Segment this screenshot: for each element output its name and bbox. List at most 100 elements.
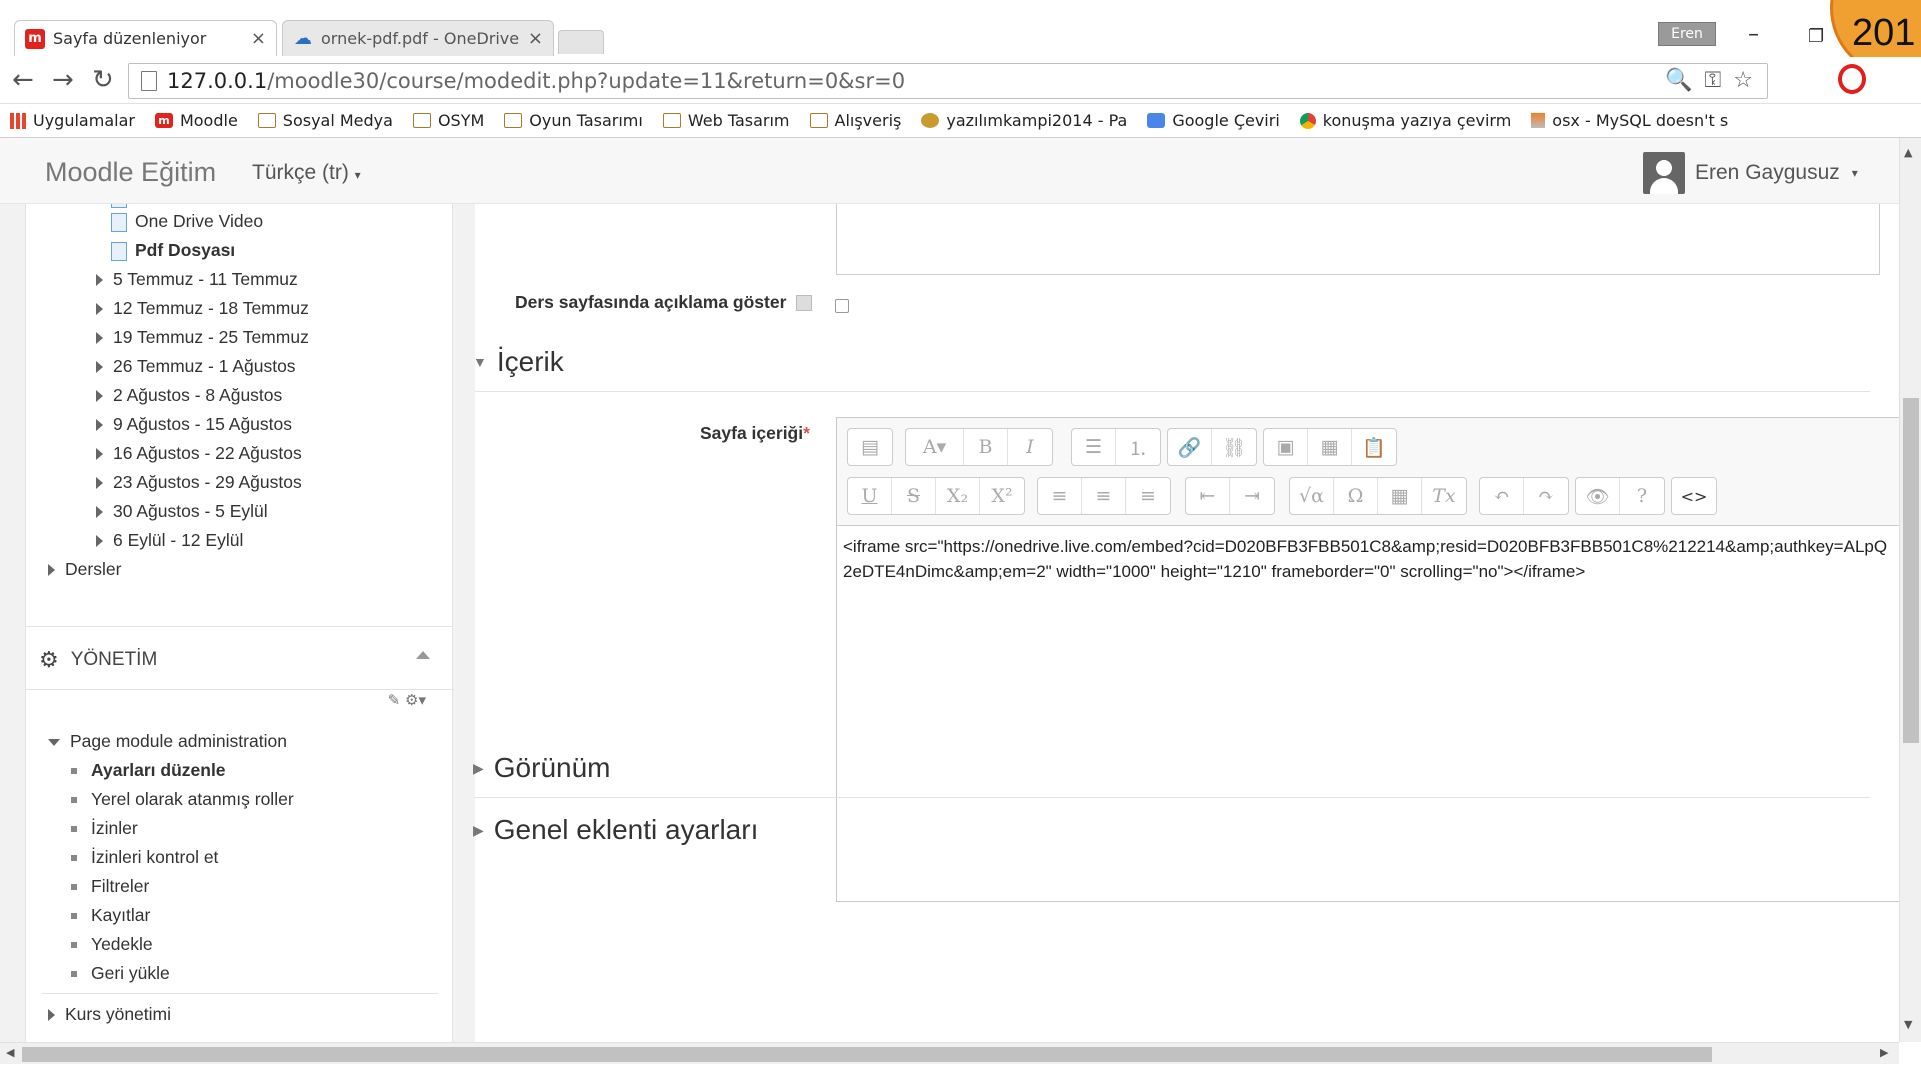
paragraph-style-icon[interactable]: A▾ xyxy=(906,429,964,465)
tab-onedrive[interactable]: ☁ ornek-pdf.pdf - OneDrive × xyxy=(282,20,554,56)
bookmark-apps[interactable]: Uygulamalar xyxy=(10,111,135,130)
bookmark-osym[interactable]: OSYM xyxy=(412,111,484,130)
nav-week[interactable]: 9 Ağustos - 15 Ağustos xyxy=(96,414,292,435)
tab-active[interactable]: m Sayfa düzenleniyor × xyxy=(14,20,277,56)
unlink-icon[interactable]: ⛓ xyxy=(1212,429,1256,465)
nav-week[interactable]: 2 Ağustos - 8 Ağustos xyxy=(96,385,282,406)
nav-week[interactable]: 19 Temmuz - 25 Temmuz xyxy=(96,327,309,348)
restore-icon[interactable]: ❐ xyxy=(1808,26,1824,47)
unordered-list-icon[interactable]: ☰ xyxy=(1072,429,1116,465)
align-right-icon[interactable]: ≡ xyxy=(1126,478,1170,514)
manage-files-icon[interactable]: 📋 xyxy=(1352,429,1396,465)
bookmark-konusma[interactable]: konuşma yazıya çevirm xyxy=(1299,111,1511,130)
bookmark-web-tasarim[interactable]: Web Tasarım xyxy=(662,111,790,130)
nav-week[interactable]: 23 Ağustos - 29 Ağustos xyxy=(96,472,302,493)
help-icon[interactable] xyxy=(796,295,813,312)
bookmark-yazilimkampi[interactable]: yazılımkampi2014 - Pa xyxy=(921,111,1127,130)
new-tab-button[interactable] xyxy=(558,30,604,54)
nav-week[interactable]: 12 Temmuz - 18 Temmuz xyxy=(96,298,309,319)
admin-item-restore[interactable]: Geri yükle xyxy=(71,963,170,984)
bookmark-osx-mysql[interactable]: osx - MySQL doesn't s xyxy=(1531,111,1728,130)
opera-extension-icon[interactable] xyxy=(1838,64,1866,94)
nav-week[interactable]: 5 Temmuz - 11 Temmuz xyxy=(96,269,298,290)
section-plugins-header[interactable]: ▶ Genel eklenti ayarları xyxy=(473,814,758,846)
block-actions-icons[interactable]: ✎ ⚙▾ xyxy=(388,691,426,709)
user-menu[interactable]: Eren Gaygusuz ▾ xyxy=(1643,152,1858,194)
html-source-icon[interactable]: <> xyxy=(1672,478,1716,514)
undo-icon[interactable]: ↶ xyxy=(1480,478,1524,514)
redo-icon[interactable]: ↷ xyxy=(1524,478,1568,514)
vertical-scroll-thumb[interactable] xyxy=(1903,398,1919,743)
subscript-icon[interactable]: X₂ xyxy=(936,478,980,514)
profile-badge[interactable]: Eren xyxy=(1658,22,1716,46)
minimize-icon[interactable]: – xyxy=(1748,22,1759,47)
collapse-icon[interactable] xyxy=(416,651,430,659)
media-icon[interactable]: ▦ xyxy=(1308,429,1352,465)
key-icon[interactable]: ⚿ xyxy=(1705,68,1722,93)
scroll-down-icon[interactable]: ▼ xyxy=(1904,1018,1912,1031)
zoom-icon[interactable]: 🔍 xyxy=(1665,68,1692,93)
address-bar[interactable]: 127.0.0.1/moodle30/course/modedit.php?up… xyxy=(128,63,1768,99)
nav-courses[interactable]: Dersler xyxy=(48,559,121,580)
outdent-icon[interactable]: ⇤ xyxy=(1186,478,1230,514)
vertical-scrollbar[interactable]: ▲ ▼ xyxy=(1899,138,1921,1042)
admin-item-filters[interactable]: Filtreler xyxy=(71,876,149,897)
section-appearance-header[interactable]: ▶ Görünüm xyxy=(473,752,611,784)
editor-content-area[interactable]: <iframe src="https://onedrive.live.com/e… xyxy=(843,534,1893,584)
accessibility-checker-icon[interactable]: 👁 xyxy=(1576,478,1620,514)
nav-activity-pdf-dosyasi[interactable]: Pdf Dosyası xyxy=(111,240,235,261)
section-content-header[interactable]: ▼ İçerik xyxy=(473,346,564,378)
image-icon[interactable]: ▣ xyxy=(1264,429,1308,465)
equation-icon[interactable]: √α xyxy=(1290,478,1334,514)
bookmark-sosyal-medya[interactable]: Sosyal Medya xyxy=(257,111,393,130)
bookmark-moodle[interactable]: m Moodle xyxy=(154,111,238,130)
admin-item-edit-settings[interactable]: Ayarları düzenle xyxy=(71,760,226,781)
nav-week[interactable]: 6 Eylül - 12 Eylül xyxy=(96,530,243,551)
admin-item-backup[interactable]: Yedekle xyxy=(71,934,153,955)
nav-week[interactable]: 16 Ağustos - 22 Ağustos xyxy=(96,443,302,464)
collapse-toolbar-icon[interactable]: ▤ xyxy=(848,429,892,465)
horizontal-scrollbar[interactable]: ◀ ▶ xyxy=(0,1042,1899,1064)
bookmark-alisveris[interactable]: Alışveriş xyxy=(809,111,901,130)
description-textarea[interactable] xyxy=(836,204,1880,275)
align-left-icon[interactable]: ≡ xyxy=(1038,478,1082,514)
atto-editor: ▤ A▾ B I ☰ ⒈ 🔗 ⛓ ▣ ▦ 📋 U S X₂ X² ≡ ≡ ≡ ⇤… xyxy=(836,417,1899,902)
ordered-list-icon[interactable]: ⒈ xyxy=(1116,429,1160,465)
forward-arrow-icon[interactable]: → xyxy=(52,65,74,95)
bookmark-star-icon[interactable]: ☆ xyxy=(1733,68,1753,93)
clear-formatting-icon[interactable]: Tx xyxy=(1422,478,1466,514)
nav-activity-onedrive-video[interactable]: One Drive Video xyxy=(111,211,263,232)
nav-week[interactable]: 26 Temmuz - 1 Ağustos xyxy=(96,356,296,377)
show-description-checkbox[interactable] xyxy=(835,299,849,313)
strikethrough-icon[interactable]: S xyxy=(892,478,936,514)
site-brand[interactable]: Moodle Eğitim xyxy=(45,157,216,188)
reload-icon[interactable]: ↻ xyxy=(92,65,114,95)
bold-icon[interactable]: B xyxy=(964,429,1008,465)
screenreader-helper-icon[interactable]: ? xyxy=(1620,478,1664,514)
admin-item-logs[interactable]: Kayıtlar xyxy=(71,905,150,926)
bookmark-oyun-tasarimi[interactable]: Oyun Tasarımı xyxy=(504,111,643,130)
admin-page-module[interactable]: Page module administration xyxy=(48,731,287,752)
admin-course-administration[interactable]: Kurs yönetimi xyxy=(48,1004,171,1025)
nav-week[interactable]: 30 Ağustos - 5 Eylül xyxy=(96,501,268,522)
back-arrow-icon[interactable]: ← xyxy=(12,65,34,95)
indent-icon[interactable]: ⇥ xyxy=(1230,478,1274,514)
link-icon[interactable]: 🔗 xyxy=(1168,429,1212,465)
close-icon[interactable]: × xyxy=(528,28,543,49)
bookmark-google-ceviri[interactable]: Google Çeviri xyxy=(1147,111,1280,130)
special-character-icon[interactable]: Ω xyxy=(1334,478,1378,514)
table-icon[interactable]: ▦ xyxy=(1378,478,1422,514)
close-icon[interactable]: × xyxy=(251,28,266,49)
admin-item-check-permissions[interactable]: İzinleri kontrol et xyxy=(71,847,218,868)
scroll-right-icon[interactable]: ▶ xyxy=(1880,1046,1888,1059)
underline-icon[interactable]: U xyxy=(848,478,892,514)
align-center-icon[interactable]: ≡ xyxy=(1082,478,1126,514)
scroll-up-icon[interactable]: ▲ xyxy=(1904,146,1912,159)
scroll-left-icon[interactable]: ◀ xyxy=(6,1046,14,1059)
italic-icon[interactable]: I xyxy=(1008,429,1052,465)
admin-item-local-roles[interactable]: Yerel olarak atanmış roller xyxy=(71,789,294,810)
horizontal-scroll-thumb[interactable] xyxy=(22,1047,1712,1062)
admin-item-permissions[interactable]: İzinler xyxy=(71,818,138,839)
superscript-icon[interactable]: X² xyxy=(980,478,1024,514)
language-menu[interactable]: Türkçe (tr) ▾ xyxy=(252,161,361,185)
